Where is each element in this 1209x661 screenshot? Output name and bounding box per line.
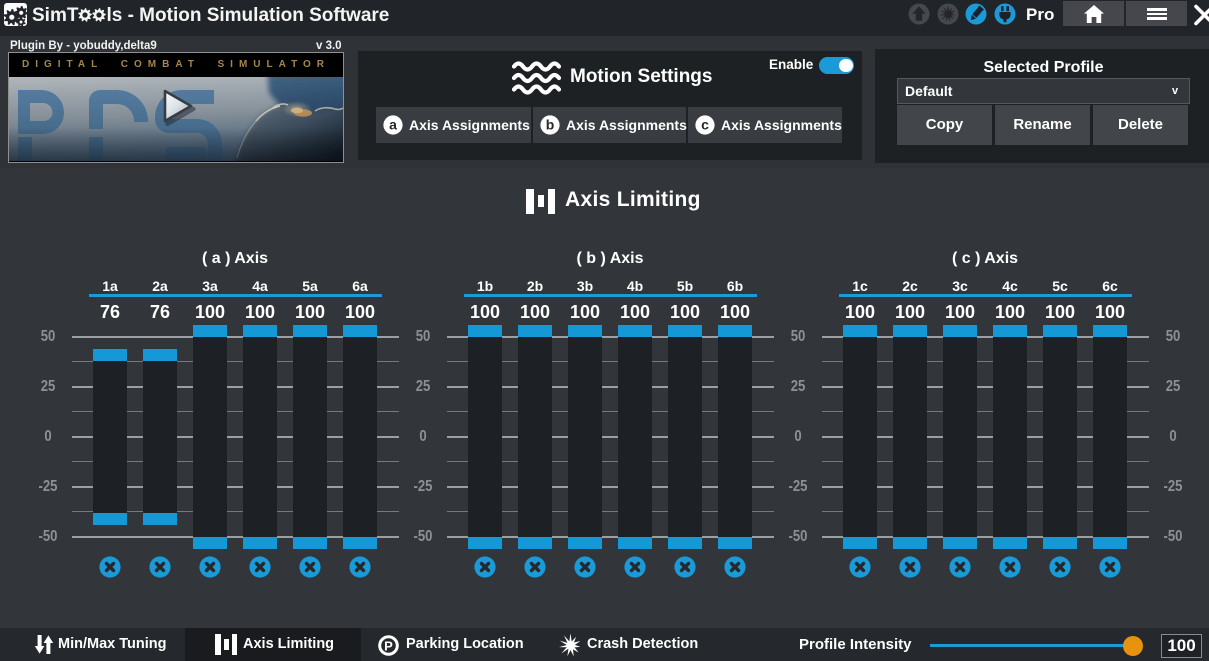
svg-text:c: c bbox=[701, 117, 709, 133]
svg-text:a: a bbox=[389, 117, 397, 133]
svg-text:b: b bbox=[546, 117, 555, 133]
svg-text:P: P bbox=[384, 638, 393, 653]
